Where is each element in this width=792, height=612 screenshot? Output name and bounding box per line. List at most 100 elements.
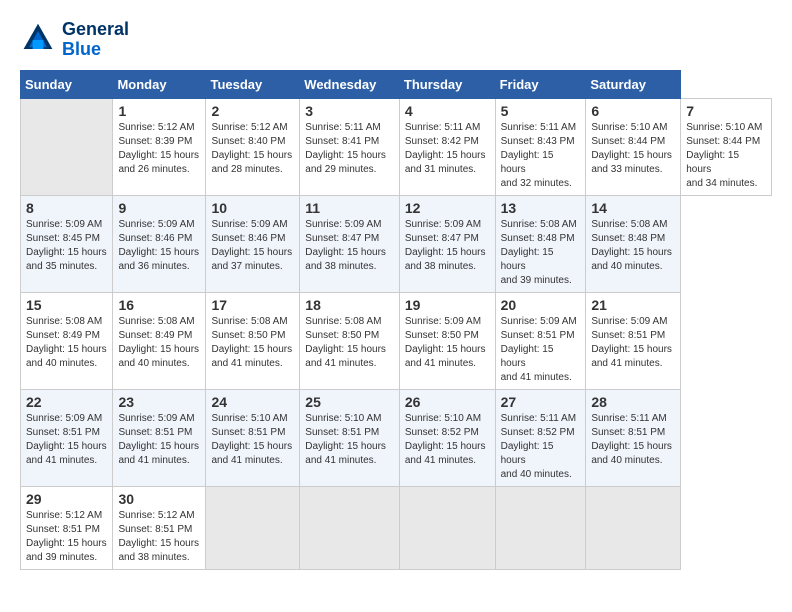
day-cell-3: 3 Sunrise: 5:11 AM Sunset: 8:41 PM Daylig… bbox=[300, 98, 400, 195]
calendar-body: 1 Sunrise: 5:12 AM Sunset: 8:39 PM Daylig… bbox=[21, 98, 772, 569]
week-row-4: 22 Sunrise: 5:09 AM Sunset: 8:51 PM Dayli… bbox=[21, 389, 772, 486]
day-cell-23: 23Sunrise: 5:09 AM Sunset: 8:51 PM Dayli… bbox=[113, 389, 206, 486]
day-info: Sunrise: 5:08 AM Sunset: 8:49 PM Dayligh… bbox=[26, 315, 107, 371]
header: General Blue bbox=[20, 20, 772, 60]
header-cell-saturday: Saturday bbox=[586, 70, 681, 98]
day-cell-17: 17Sunrise: 5:08 AM Sunset: 8:50 PM Dayli… bbox=[206, 292, 300, 389]
day-number: 11 bbox=[305, 200, 394, 216]
day-cell-25: 25Sunrise: 5:10 AM Sunset: 8:51 PM Dayli… bbox=[300, 389, 400, 486]
day-cell-13: 13Sunrise: 5:08 AM Sunset: 8:48 PM Dayli… bbox=[495, 195, 586, 292]
day-cell-12: 12 Sunrise: 5:09 AM Sunset: 8:47 PM Dayli… bbox=[399, 195, 495, 292]
day-number: 13 bbox=[501, 200, 581, 216]
day-info: Sunrise: 5:09 AM Sunset: 8:47 PM Dayligh… bbox=[305, 218, 394, 274]
day-number: 24 bbox=[211, 394, 294, 410]
empty-cell bbox=[206, 486, 300, 569]
header-cell-friday: Friday bbox=[495, 70, 586, 98]
day-number: 14 bbox=[591, 200, 675, 216]
day-cell-1: 1 Sunrise: 5:12 AM Sunset: 8:39 PM Daylig… bbox=[113, 98, 206, 195]
logo-icon bbox=[20, 22, 56, 58]
header-cell-thursday: Thursday bbox=[399, 70, 495, 98]
day-info: Sunrise: 5:10 AM Sunset: 8:51 PM Dayligh… bbox=[305, 412, 394, 468]
day-number: 6 bbox=[591, 103, 675, 119]
day-info: Sunrise: 5:11 AM Sunset: 8:42 PM Dayligh… bbox=[405, 121, 490, 177]
day-number: 9 bbox=[118, 200, 200, 216]
day-number: 3 bbox=[305, 103, 394, 119]
day-info: Sunrise: 5:12 AM Sunset: 8:40 PM Dayligh… bbox=[211, 121, 294, 177]
empty-cell bbox=[399, 486, 495, 569]
day-number: 1 bbox=[118, 103, 200, 119]
day-cell-10: 10 Sunrise: 5:09 AM Sunset: 8:46 PM Dayli… bbox=[206, 195, 300, 292]
day-info: Sunrise: 5:12 AM Sunset: 8:51 PM Dayligh… bbox=[118, 509, 200, 565]
header-cell-sunday: Sunday bbox=[21, 70, 113, 98]
day-cell-22: 22 Sunrise: 5:09 AM Sunset: 8:51 PM Dayli… bbox=[21, 389, 113, 486]
day-cell-30: 30 Sunrise: 5:12 AM Sunset: 8:51 PM Dayli… bbox=[113, 486, 206, 569]
day-info: Sunrise: 5:09 AM Sunset: 8:46 PM Dayligh… bbox=[118, 218, 200, 274]
day-number: 16 bbox=[118, 297, 200, 313]
day-number: 20 bbox=[501, 297, 581, 313]
day-number: 10 bbox=[211, 200, 294, 216]
day-info: Sunrise: 5:08 AM Sunset: 8:48 PM Dayligh… bbox=[591, 218, 675, 274]
day-cell-16: 16 Sunrise: 5:08 AM Sunset: 8:49 PM Dayli… bbox=[113, 292, 206, 389]
logo: General Blue bbox=[20, 20, 129, 60]
day-number: 29 bbox=[26, 491, 107, 507]
empty-cell bbox=[586, 486, 681, 569]
day-cell-26: 26 Sunrise: 5:10 AM Sunset: 8:52 PM Dayli… bbox=[399, 389, 495, 486]
week-row-3: 15Sunrise: 5:08 AM Sunset: 8:49 PM Dayli… bbox=[21, 292, 772, 389]
day-info: Sunrise: 5:10 AM Sunset: 8:44 PM Dayligh… bbox=[686, 121, 766, 191]
day-cell-27: 27Sunrise: 5:11 AM Sunset: 8:52 PM Dayli… bbox=[495, 389, 586, 486]
day-cell-4: 4Sunrise: 5:11 AM Sunset: 8:42 PM Daylig… bbox=[399, 98, 495, 195]
header-cell-wednesday: Wednesday bbox=[300, 70, 400, 98]
day-cell-6: 6 Sunrise: 5:10 AM Sunset: 8:44 PM Daylig… bbox=[586, 98, 681, 195]
day-info: Sunrise: 5:12 AM Sunset: 8:51 PM Dayligh… bbox=[26, 509, 107, 565]
day-info: Sunrise: 5:08 AM Sunset: 8:50 PM Dayligh… bbox=[211, 315, 294, 371]
day-number: 26 bbox=[405, 394, 490, 410]
day-cell-11: 11 Sunrise: 5:09 AM Sunset: 8:47 PM Dayli… bbox=[300, 195, 400, 292]
day-number: 19 bbox=[405, 297, 490, 313]
header-cell-tuesday: Tuesday bbox=[206, 70, 300, 98]
day-cell-19: 19Sunrise: 5:09 AM Sunset: 8:50 PM Dayli… bbox=[399, 292, 495, 389]
day-number: 27 bbox=[501, 394, 581, 410]
day-info: Sunrise: 5:10 AM Sunset: 8:52 PM Dayligh… bbox=[405, 412, 490, 468]
day-cell-8: 8 Sunrise: 5:09 AM Sunset: 8:45 PM Daylig… bbox=[21, 195, 113, 292]
day-info: Sunrise: 5:12 AM Sunset: 8:39 PM Dayligh… bbox=[118, 121, 200, 177]
calendar-header: SundayMondayTuesdayWednesdayThursdayFrid… bbox=[21, 70, 772, 98]
day-cell-20: 20 Sunrise: 5:09 AM Sunset: 8:51 PM Dayli… bbox=[495, 292, 586, 389]
day-info: Sunrise: 5:10 AM Sunset: 8:44 PM Dayligh… bbox=[591, 121, 675, 177]
day-number: 12 bbox=[405, 200, 490, 216]
week-row-1: 1 Sunrise: 5:12 AM Sunset: 8:39 PM Daylig… bbox=[21, 98, 772, 195]
day-info: Sunrise: 5:11 AM Sunset: 8:41 PM Dayligh… bbox=[305, 121, 394, 177]
day-number: 8 bbox=[26, 200, 107, 216]
day-number: 7 bbox=[686, 103, 766, 119]
day-number: 22 bbox=[26, 394, 107, 410]
day-info: Sunrise: 5:08 AM Sunset: 8:49 PM Dayligh… bbox=[118, 315, 200, 371]
day-cell-14: 14 Sunrise: 5:08 AM Sunset: 8:48 PM Dayli… bbox=[586, 195, 681, 292]
day-info: Sunrise: 5:09 AM Sunset: 8:51 PM Dayligh… bbox=[501, 315, 581, 385]
day-number: 18 bbox=[305, 297, 394, 313]
day-number: 21 bbox=[591, 297, 675, 313]
day-info: Sunrise: 5:09 AM Sunset: 8:51 PM Dayligh… bbox=[118, 412, 200, 468]
day-info: Sunrise: 5:09 AM Sunset: 8:46 PM Dayligh… bbox=[211, 218, 294, 274]
empty-cell bbox=[21, 98, 113, 195]
day-cell-24: 24 Sunrise: 5:10 AM Sunset: 8:51 PM Dayli… bbox=[206, 389, 300, 486]
day-info: Sunrise: 5:11 AM Sunset: 8:51 PM Dayligh… bbox=[591, 412, 675, 468]
day-cell-2: 2Sunrise: 5:12 AM Sunset: 8:40 PM Daylig… bbox=[206, 98, 300, 195]
day-info: Sunrise: 5:10 AM Sunset: 8:51 PM Dayligh… bbox=[211, 412, 294, 468]
header-row: SundayMondayTuesdayWednesdayThursdayFrid… bbox=[21, 70, 772, 98]
day-cell-18: 18 Sunrise: 5:08 AM Sunset: 8:50 PM Dayli… bbox=[300, 292, 400, 389]
day-cell-29: 29 Sunrise: 5:12 AM Sunset: 8:51 PM Dayli… bbox=[21, 486, 113, 569]
day-info: Sunrise: 5:08 AM Sunset: 8:50 PM Dayligh… bbox=[305, 315, 394, 371]
logo-text: General Blue bbox=[62, 20, 129, 60]
day-info: Sunrise: 5:09 AM Sunset: 8:51 PM Dayligh… bbox=[26, 412, 107, 468]
day-number: 30 bbox=[118, 491, 200, 507]
day-number: 28 bbox=[591, 394, 675, 410]
day-cell-7: 7 Sunrise: 5:10 AM Sunset: 8:44 PM Daylig… bbox=[681, 98, 772, 195]
day-cell-15: 15Sunrise: 5:08 AM Sunset: 8:49 PM Dayli… bbox=[21, 292, 113, 389]
empty-cell bbox=[300, 486, 400, 569]
day-cell-21: 21Sunrise: 5:09 AM Sunset: 8:51 PM Dayli… bbox=[586, 292, 681, 389]
day-number: 5 bbox=[501, 103, 581, 119]
week-row-5: 29 Sunrise: 5:12 AM Sunset: 8:51 PM Dayli… bbox=[21, 486, 772, 569]
day-info: Sunrise: 5:09 AM Sunset: 8:45 PM Dayligh… bbox=[26, 218, 107, 274]
day-info: Sunrise: 5:09 AM Sunset: 8:47 PM Dayligh… bbox=[405, 218, 490, 274]
week-row-2: 8 Sunrise: 5:09 AM Sunset: 8:45 PM Daylig… bbox=[21, 195, 772, 292]
day-cell-9: 9 Sunrise: 5:09 AM Sunset: 8:46 PM Daylig… bbox=[113, 195, 206, 292]
